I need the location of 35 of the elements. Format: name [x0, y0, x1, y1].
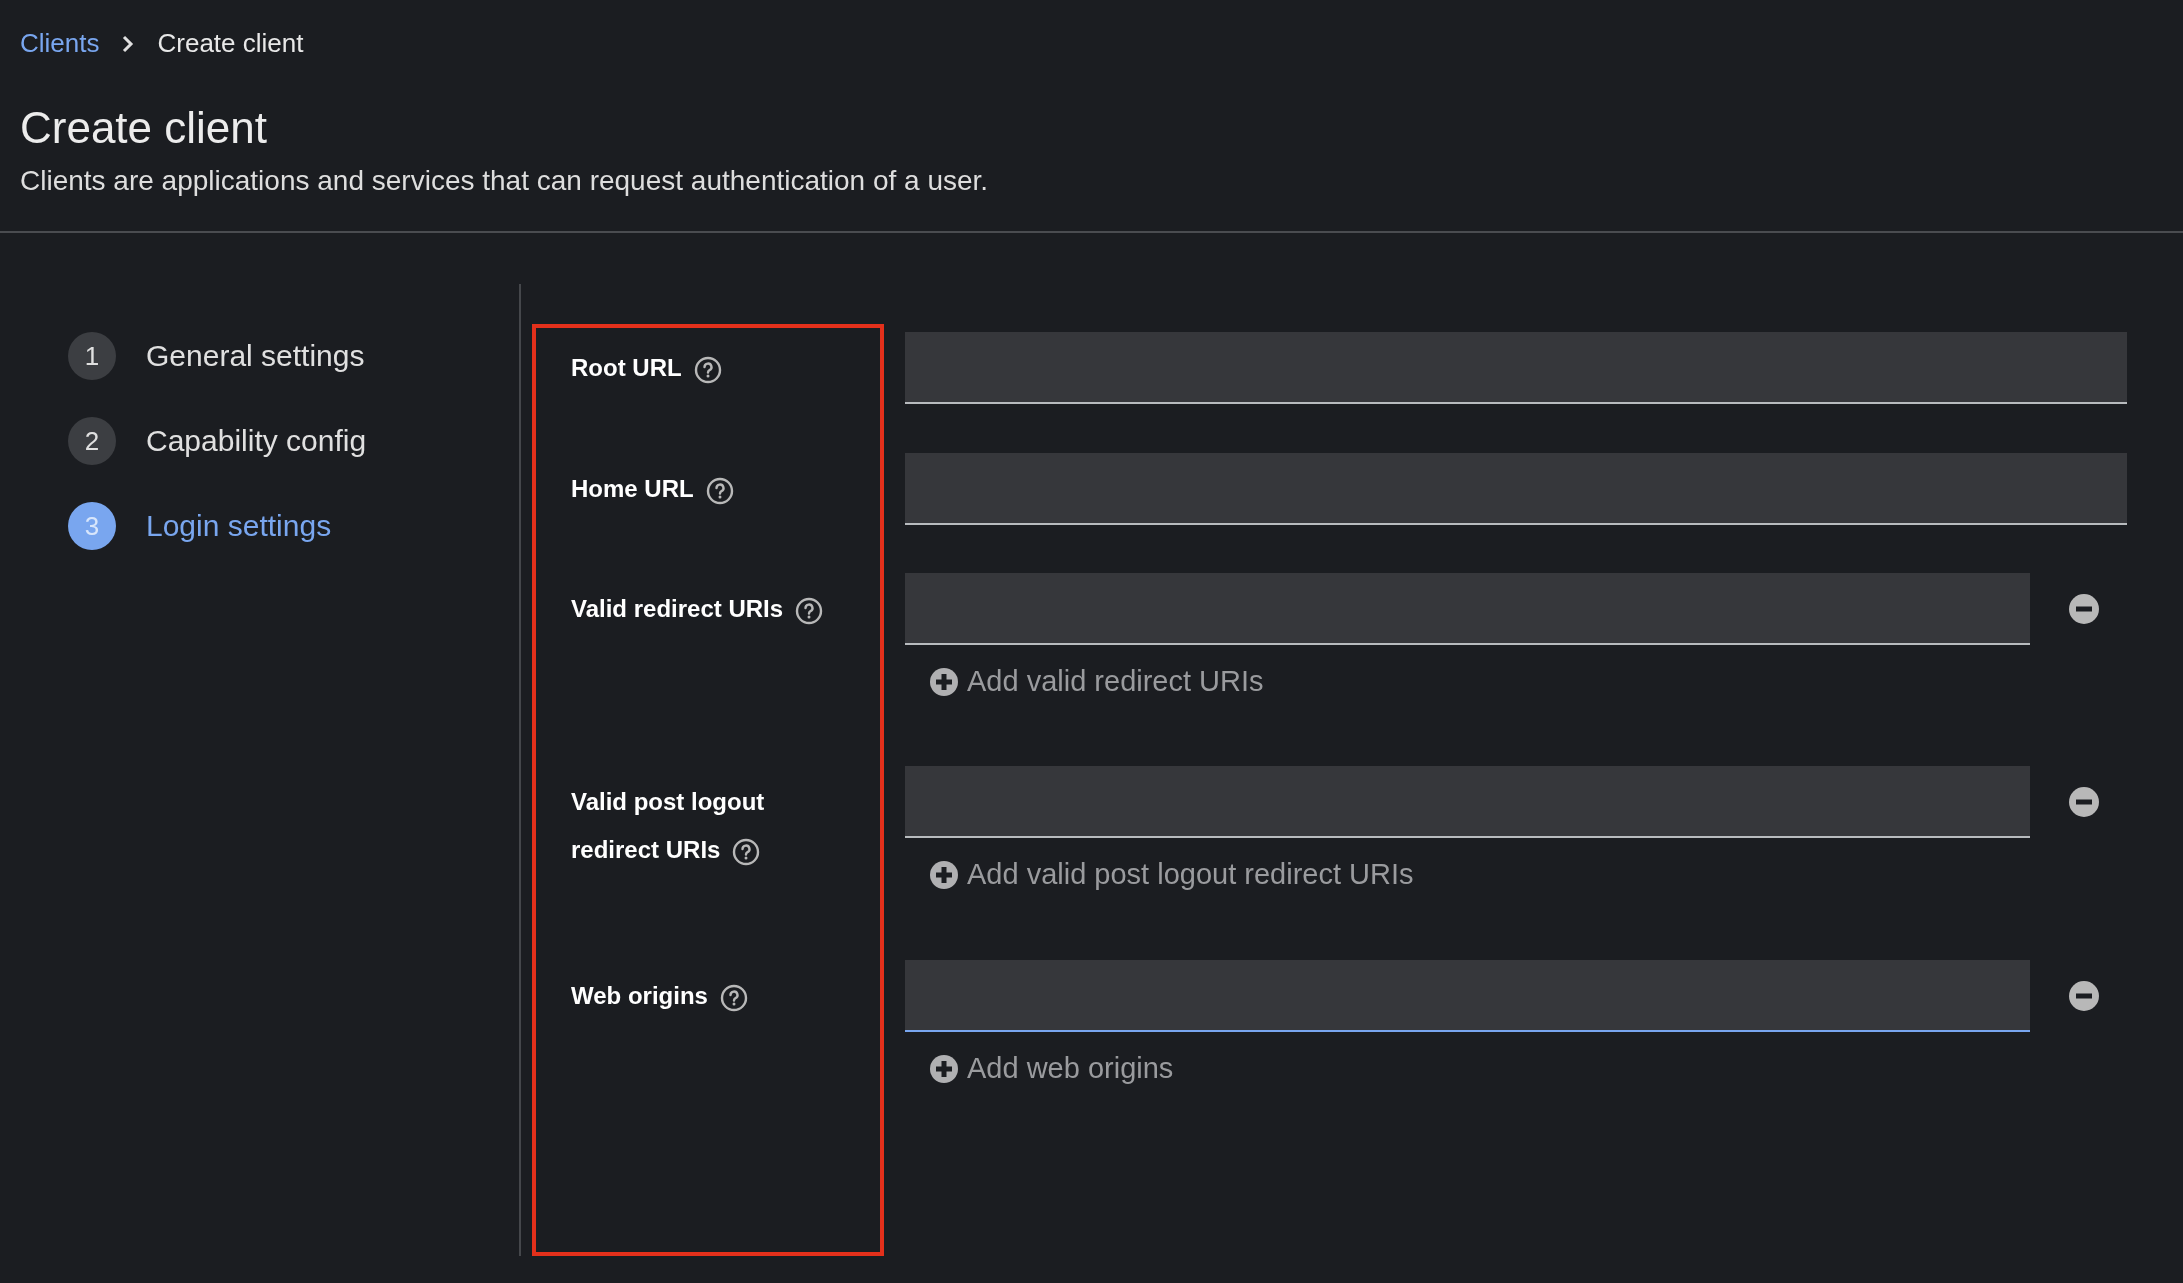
step-link[interactable]: General settings — [146, 339, 365, 373]
step-number: 1 — [68, 332, 116, 380]
field-label: Valid redirect URIs — [571, 585, 841, 633]
field-label: Root URL — [571, 344, 841, 392]
chevron-right-icon — [121, 33, 136, 54]
add-link[interactable]: Add valid redirect URIs — [929, 665, 1264, 698]
field-label: Web origins — [571, 972, 841, 1020]
url-input[interactable] — [905, 766, 2030, 838]
breadcrumb-link[interactable]: Clients — [20, 28, 100, 59]
plus-icon — [929, 1053, 959, 1084]
url-input[interactable] — [905, 573, 2030, 645]
url-input[interactable] — [905, 960, 2030, 1032]
help-icon[interactable] — [719, 983, 748, 1012]
add-link[interactable]: Add valid post logout redirect URIs — [929, 858, 1414, 891]
field-label: Home URL — [571, 465, 841, 513]
help-icon[interactable] — [693, 355, 722, 384]
field-label: Valid post logout redirect URIs — [571, 778, 841, 874]
step-number: 2 — [68, 417, 116, 465]
url-input[interactable] — [905, 453, 2127, 525]
plus-icon — [929, 666, 959, 697]
help-icon[interactable] — [795, 596, 824, 625]
remove-icon[interactable] — [2068, 980, 2100, 1012]
add-link[interactable]: Add web origins — [929, 1052, 1174, 1085]
step-link[interactable]: Capability config — [146, 424, 367, 458]
remove-icon[interactable] — [2068, 786, 2100, 818]
page-title: Create client — [20, 103, 268, 153]
step-link[interactable]: Login settings — [146, 509, 332, 543]
page-description: Clients are applications and services that can request authentication of a user. — [20, 165, 990, 197]
help-icon[interactable] — [705, 476, 734, 505]
plus-icon — [929, 859, 959, 890]
breadcrumb-current: Create client — [157, 28, 304, 59]
url-input[interactable] — [905, 332, 2127, 404]
help-icon[interactable] — [732, 837, 761, 866]
remove-icon[interactable] — [2068, 593, 2100, 625]
step-number: 3 — [68, 502, 116, 550]
